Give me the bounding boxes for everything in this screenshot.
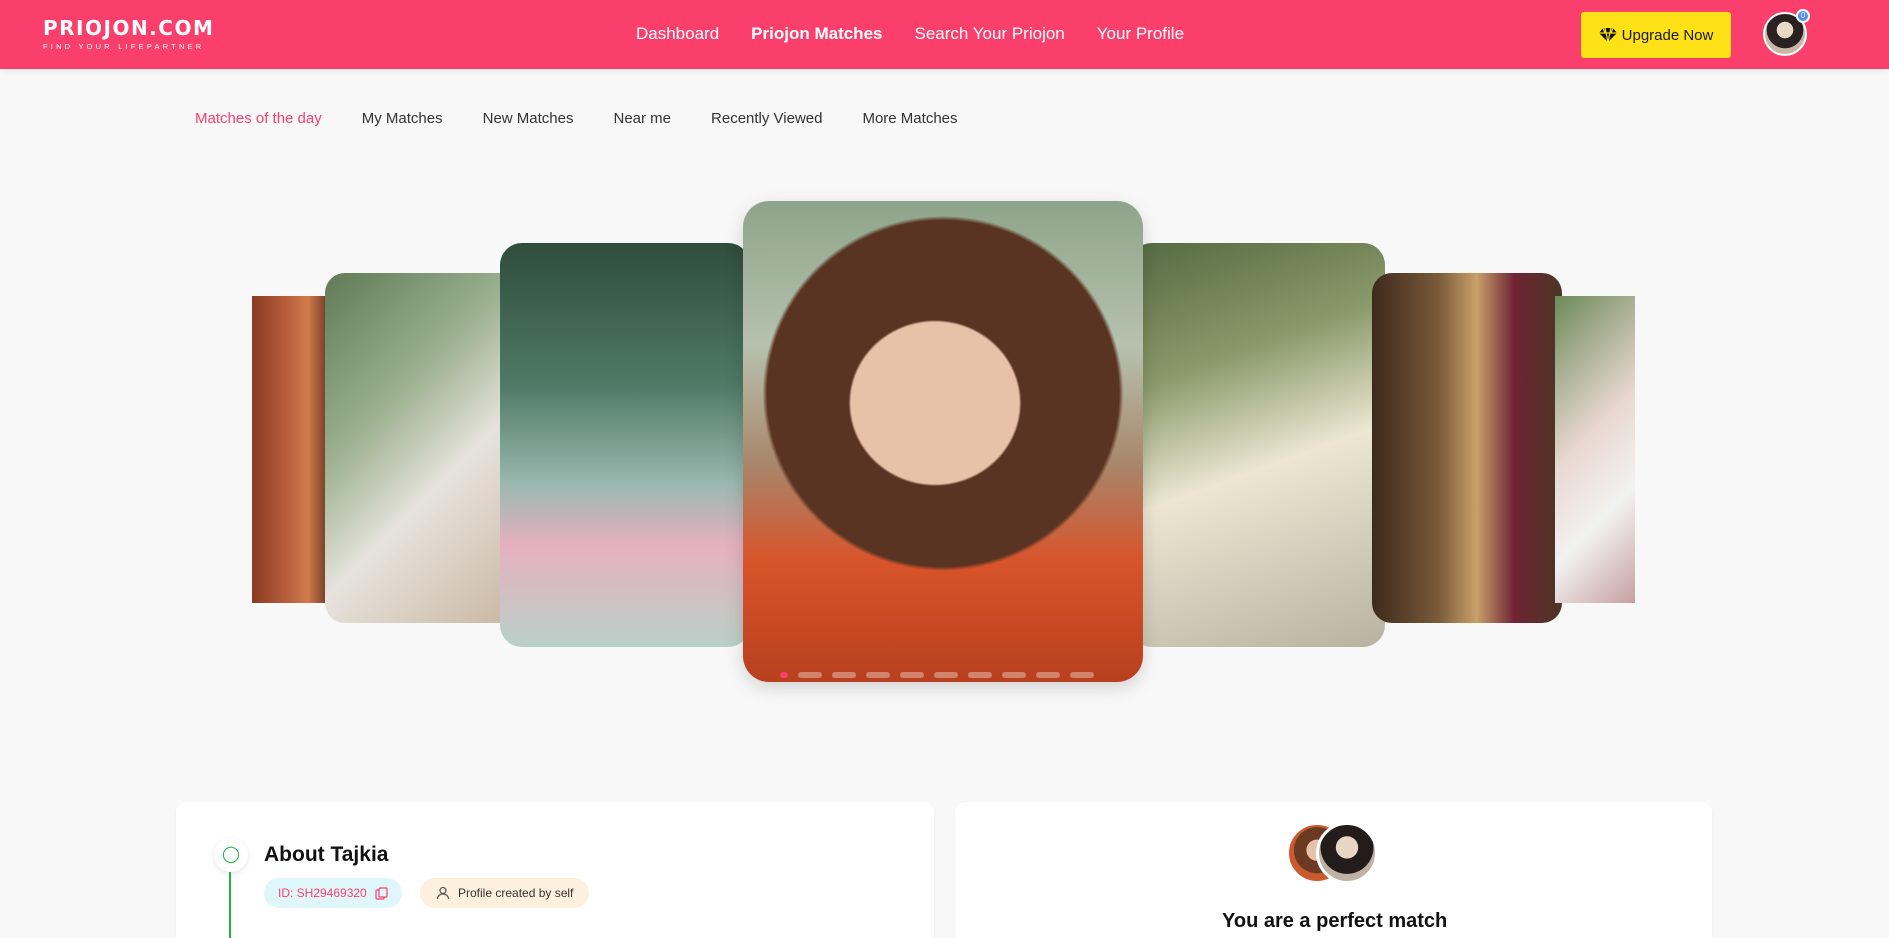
tab-recently-viewed[interactable]: Recently Viewed [711, 110, 822, 127]
carousel-card-far-left[interactable] [252, 296, 332, 603]
nav-priojon-matches[interactable]: Priojon Matches [751, 24, 882, 44]
top-header: PRIOJON.COM FIND YOUR LIFEPARTNER Dashbo… [0, 0, 1889, 69]
main-nav: Dashboard Priojon Matches Search Your Pr… [636, 24, 1184, 44]
profile-id-label: ID: SH29469320 [278, 886, 367, 900]
carousel-card-left-2[interactable] [325, 273, 520, 623]
user-shield-icon: ◯ [214, 838, 248, 872]
carousel-dot[interactable] [780, 672, 788, 678]
nav-search-your-priojon[interactable]: Search Your Priojon [914, 24, 1064, 44]
brand-name: PRIOJON.COM [43, 16, 215, 40]
carousel-dot[interactable] [1070, 672, 1094, 678]
carousel-dot[interactable] [1002, 672, 1026, 678]
carousel-dot[interactable] [934, 672, 958, 678]
carousel-dot[interactable] [798, 672, 822, 678]
brand-tagline: FIND YOUR LIFEPARTNER [43, 42, 205, 51]
tab-near-me[interactable]: Near me [613, 110, 671, 127]
carousel-card-left-1[interactable] [500, 243, 750, 647]
upgrade-label: Upgrade Now [1621, 26, 1714, 44]
brand-logo[interactable]: PRIOJON.COM FIND YOUR LIFEPARTNER [43, 16, 214, 51]
about-title: About Tajkia [264, 843, 389, 866]
upgrade-button[interactable]: Upgrade Now [1581, 12, 1731, 58]
timeline-line [229, 872, 231, 938]
profile-id-chip[interactable]: ID: SH29469320 [264, 878, 402, 908]
carousel-dot[interactable] [968, 672, 992, 678]
profile-created-chip: Profile created by self [420, 878, 590, 908]
carousel-card-active[interactable] [743, 201, 1143, 682]
tab-more-matches[interactable]: More Matches [862, 110, 957, 127]
notification-badge: 0 [1796, 9, 1810, 23]
carousel-pagination [780, 672, 1094, 678]
copy-icon[interactable] [375, 886, 388, 900]
tab-matches-of-the-day[interactable]: Matches of the day [195, 110, 322, 127]
tab-new-matches[interactable]: New Matches [483, 110, 574, 127]
match-avatars [1286, 822, 1382, 886]
carousel-card-right-2[interactable] [1372, 273, 1562, 623]
tab-my-matches[interactable]: My Matches [362, 110, 443, 127]
nav-your-profile[interactable]: Your Profile [1097, 24, 1184, 44]
about-panel [176, 802, 934, 938]
carousel-dot[interactable] [832, 672, 856, 678]
diamond-icon [1598, 27, 1617, 43]
nav-dashboard[interactable]: Dashboard [636, 24, 719, 44]
person-icon [436, 886, 450, 900]
carousel-card-far-right[interactable] [1555, 296, 1635, 603]
carousel-dot[interactable] [1036, 672, 1060, 678]
matches-subnav: Matches of the day My Matches New Matche… [195, 110, 958, 127]
perfect-match-text: You are a perfect match [1222, 910, 1448, 932]
carousel-card-right-1[interactable] [1130, 243, 1385, 647]
user-avatar-small [1316, 822, 1378, 884]
carousel-dot[interactable] [900, 672, 924, 678]
profile-created-label: Profile created by self [458, 886, 574, 900]
carousel-dot[interactable] [866, 672, 890, 678]
